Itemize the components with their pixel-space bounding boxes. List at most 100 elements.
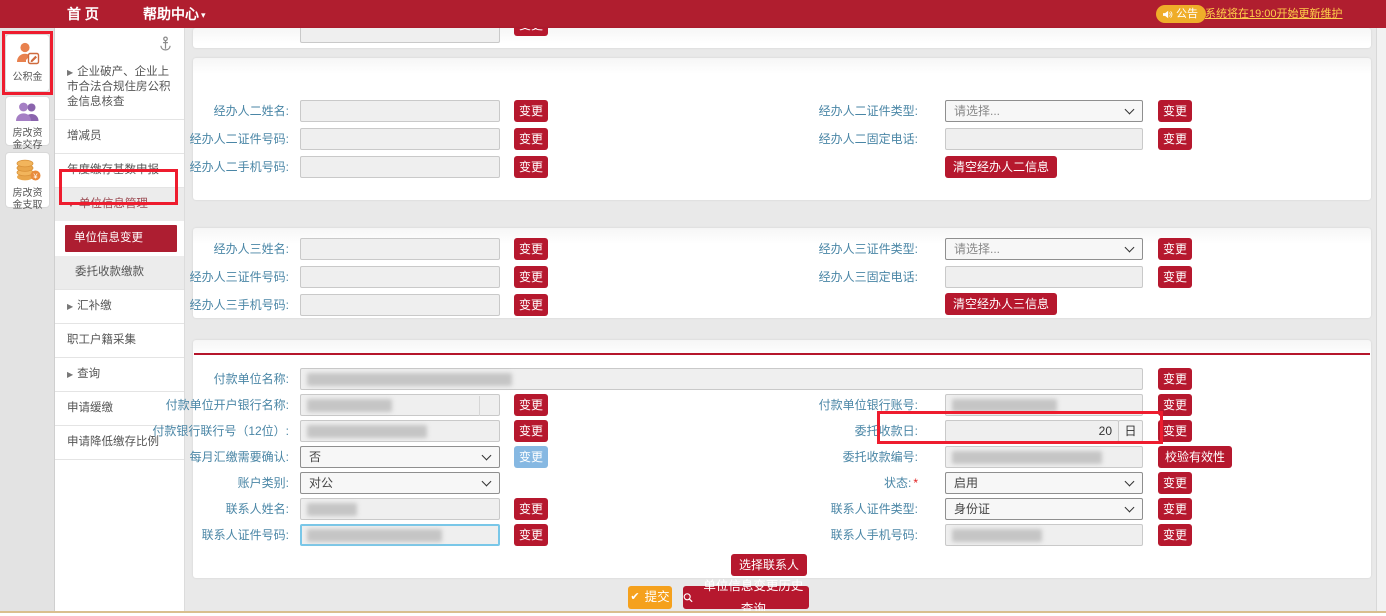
chevron-down-icon (482, 451, 492, 461)
agent3-cert-type-select[interactable]: 请选择... (945, 238, 1143, 260)
agent3-name-label: 经办人三姓名: (90, 238, 289, 260)
change-button[interactable]: 变更 (514, 100, 548, 122)
change-button[interactable]: 变更 (1158, 100, 1192, 122)
change-button[interactable]: 变更 (514, 294, 548, 316)
agent3-tel-input[interactable] (945, 266, 1143, 288)
bottom-accent-line (0, 611, 1386, 613)
redacted-value (307, 503, 357, 516)
change-button[interactable]: 变更 (1158, 238, 1192, 260)
agent2-mobile-label: 经办人二手机号码: (90, 156, 289, 178)
submit-label: 提交 (645, 586, 670, 609)
notice-link[interactable]: 系统将在19:00开始更新维护 (1205, 5, 1343, 23)
change-button[interactable]: 变更 (1158, 368, 1192, 390)
sidebar-item-label: 职工户籍采集 (67, 334, 136, 346)
payer-bank-code-input[interactable] (300, 420, 500, 442)
agent2-name-input[interactable] (300, 100, 500, 122)
change-button[interactable]: 变更 (514, 156, 548, 178)
chevron-down-icon (1125, 503, 1135, 513)
change-button[interactable]: 变更 (1158, 420, 1192, 442)
collapsed-arrow-icon: ▶ (67, 302, 73, 311)
agent3-id-input[interactable] (300, 266, 500, 288)
contact-id-label: 联系人证件号码: (60, 524, 289, 546)
change-button[interactable]: 变更 (514, 128, 548, 150)
change-button[interactable]: 变更 (514, 238, 548, 260)
change-button[interactable]: 变更 (1158, 128, 1192, 150)
change-button[interactable]: 变更 (1158, 498, 1192, 520)
clear-agent3-button[interactable]: 清空经办人三信息 (945, 293, 1057, 315)
expanded-arrow-icon: ▼ (67, 200, 75, 209)
rail-item-fanggai-zhiqu[interactable]: ¥ 房改资金支取 (5, 152, 50, 208)
agent3-mobile-input[interactable] (300, 294, 500, 316)
change-button[interactable]: 变更 (514, 394, 548, 416)
nav-help-center[interactable]: 帮助中心▾ (143, 0, 206, 28)
payer-bank-account-input[interactable] (945, 394, 1143, 416)
redacted-value (307, 373, 512, 386)
change-button-disabled[interactable]: 变更 (514, 446, 548, 468)
rail-item-gongjijin[interactable]: 公积金 (5, 34, 50, 92)
payer-bank-name-label: 付款单位开户银行名称: (60, 394, 289, 416)
collect-no-input[interactable] (945, 446, 1143, 468)
contact-mobile-label: 联系人手机号码: (700, 524, 918, 546)
sidebar-item-danwei-xinxi-guanli[interactable]: ▼ 单位信息管理 (55, 188, 184, 221)
nav-help-label: 帮助中心 (143, 6, 199, 22)
contact-mobile-input[interactable] (945, 524, 1143, 546)
redacted-value (307, 529, 442, 542)
select-value: 对公 (309, 476, 333, 490)
change-button[interactable]: 变更 (514, 524, 548, 546)
collect-day-input[interactable] (945, 420, 1119, 442)
payer-bank-name-input[interactable] (300, 394, 500, 416)
form-card-clipped: 变更 (193, 28, 1371, 48)
agent2-name-label: 经办人二姓名: (90, 100, 289, 122)
agent3-name-input[interactable] (300, 238, 500, 260)
collapsed-arrow-icon: ▶ (67, 68, 73, 77)
change-button[interactable]: 变更 (514, 28, 548, 36)
history-query-label: 单位信息变更历史查询 (698, 575, 809, 616)
collect-day-label: 委托收款日: (700, 420, 918, 442)
payer-company-input[interactable] (300, 368, 1143, 390)
select-value: 请选择... (954, 242, 1000, 256)
change-button[interactable]: 变更 (514, 420, 548, 442)
change-button[interactable]: 变更 (1158, 472, 1192, 494)
submit-button[interactable]: ✔ 提交 (628, 586, 672, 609)
change-button[interactable]: 变更 (514, 498, 548, 520)
status-select[interactable]: 启用 (945, 472, 1143, 494)
clipped-input[interactable] (300, 28, 500, 43)
contact-cert-type-select[interactable]: 身份证 (945, 498, 1143, 520)
agent2-tel-input[interactable] (945, 128, 1143, 150)
people-icon (15, 102, 41, 122)
rail-item-fanggai-jiaocun[interactable]: 房改资金交存 (5, 96, 50, 146)
notice-badge: 公告 (1156, 5, 1206, 23)
clear-agent2-button[interactable]: 清空经办人二信息 (945, 156, 1057, 178)
anchor-icon[interactable] (55, 28, 184, 56)
change-button[interactable]: 变更 (1158, 394, 1192, 416)
monthly-confirm-select[interactable]: 否 (300, 446, 500, 468)
sidebar-item-label: 单位信息管理 (79, 198, 148, 210)
payer-bank-code-label: 付款银行联行号（12位）: (60, 420, 289, 442)
sidebar-item-zhigong-huji[interactable]: 职工户籍采集 (55, 324, 184, 358)
history-query-button[interactable]: 单位信息变更历史查询 (683, 586, 809, 609)
agent2-tel-label: 经办人二固定电话: (700, 128, 918, 150)
section-divider-red (194, 353, 1370, 355)
select-value: 否 (309, 450, 321, 464)
nav-home[interactable]: 首 页 (67, 0, 99, 28)
monthly-confirm-label: 每月汇缴需要确认: (60, 446, 289, 468)
agent2-cert-type-select[interactable]: 请选择... (945, 100, 1143, 122)
contact-id-input-focused[interactable] (300, 524, 500, 546)
vertical-scrollbar[interactable] (1376, 28, 1386, 611)
redacted-value (307, 399, 392, 412)
contact-name-input[interactable] (300, 498, 500, 520)
redacted-value (952, 451, 1102, 464)
change-button[interactable]: 变更 (514, 266, 548, 288)
agent2-cert-type-label: 经办人二证件类型: (700, 100, 918, 122)
notice-badge-label: 公告 (1176, 5, 1198, 23)
validate-button[interactable]: 校验有效性 (1158, 446, 1232, 468)
change-button[interactable]: 变更 (1158, 524, 1192, 546)
agent2-id-input[interactable] (300, 128, 500, 150)
contact-name-label: 联系人姓名: (60, 498, 289, 520)
collect-no-label: 委托收款编号: (700, 446, 918, 468)
change-button[interactable]: 变更 (1158, 266, 1192, 288)
select-contact-button[interactable]: 选择联系人 (731, 554, 807, 576)
chevron-down-icon (1125, 243, 1135, 253)
account-type-select[interactable]: 对公 (300, 472, 500, 494)
agent2-mobile-input[interactable] (300, 156, 500, 178)
